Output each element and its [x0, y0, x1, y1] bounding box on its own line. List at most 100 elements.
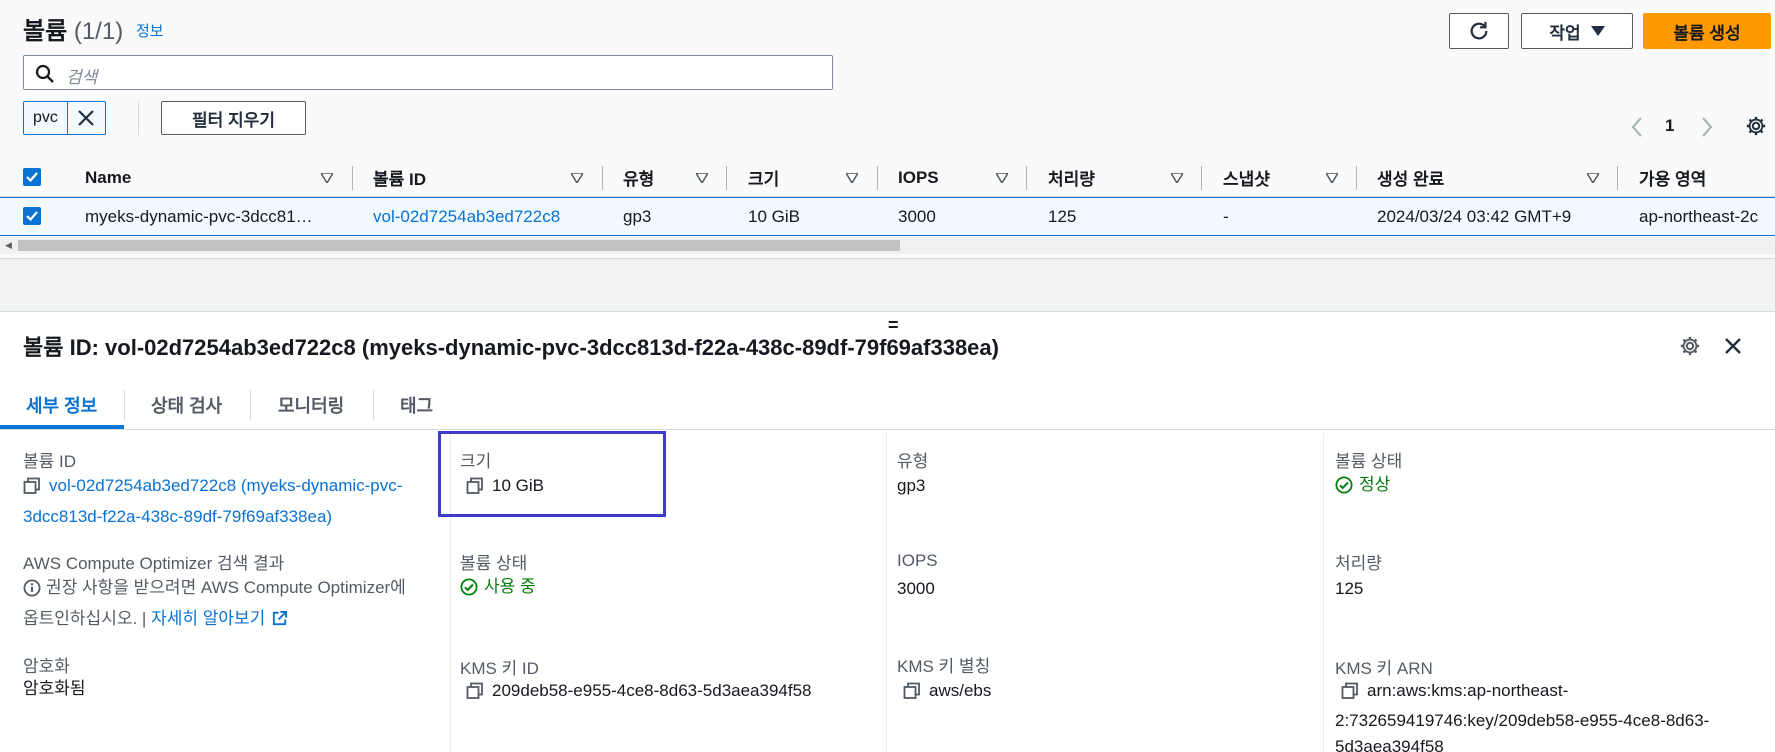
info-link[interactable]: 정보 [136, 20, 164, 41]
sort-icon[interactable] [321, 173, 333, 183]
volume-id-line1[interactable]: vol-02d7254ab3ed722c8 (myeks-dynamic-pvc… [49, 472, 402, 499]
column-header-az[interactable]: 가용 영역 [1639, 158, 1706, 197]
kms-arn-value: arn:aws:kms:ap-northeast- 2:732659419746… [1335, 678, 1709, 752]
column-divider[interactable] [602, 166, 603, 190]
external-link-icon[interactable] [271, 610, 288, 627]
column-header-created[interactable]: 생성 완료 [1377, 158, 1444, 197]
encryption-value: 암호화됨 [23, 679, 86, 698]
cell-az: ap-northeast-2c [1639, 206, 1759, 226]
info-icon [23, 579, 41, 597]
field-label: 유형 [897, 452, 929, 471]
column-divider[interactable] [1356, 166, 1357, 190]
detail-tabs: 세부 정보 상태 검사 모니터링 태그 [0, 380, 1775, 430]
field-label: 암호화 [23, 657, 70, 676]
page-title: 볼륨 (1/1) [23, 11, 123, 46]
sort-icon[interactable] [571, 173, 583, 183]
volume-state-value: 정상 [1335, 471, 1390, 502]
status-ok-icon [1335, 476, 1353, 494]
table-row[interactable]: myeks-dynamic-pvc-3dcc81… vol-02d7254ab3… [0, 197, 1775, 236]
filter-token-label: pvc [24, 102, 68, 134]
tab-divider [373, 390, 374, 420]
search-input[interactable]: 검색 [23, 55, 833, 90]
column-divider[interactable] [1617, 166, 1618, 190]
cell-size: 10 GiB [748, 206, 800, 226]
kms-key-id-text: 209deb58-e955-4ce8-8d63-5d3aea394f58 [492, 681, 812, 700]
caret-down-icon [1590, 26, 1605, 36]
cell-created: 2024/03/24 03:42 GMT+9 [1377, 206, 1572, 226]
highlight-box [438, 431, 666, 517]
sort-icon[interactable] [1171, 173, 1183, 183]
copy-icon[interactable] [466, 682, 484, 700]
column-divider[interactable] [352, 166, 353, 190]
chevron-right-icon[interactable] [1700, 116, 1714, 138]
type-value: gp3 [897, 476, 926, 495]
cell-type: gp3 [623, 206, 652, 226]
select-all-checkbox[interactable] [23, 168, 41, 186]
sort-icon[interactable] [996, 173, 1008, 183]
optimizer-line1: 권장 사항을 받으려면 AWS Compute Optimizer에 [46, 578, 406, 597]
row-checkbox[interactable] [23, 207, 41, 225]
field-label: KMS 키 ARN [1335, 659, 1433, 678]
kms-arn-line1: arn:aws:kms:ap-northeast- [1367, 681, 1569, 700]
current-page[interactable]: 1 [1665, 116, 1674, 136]
kms-alias-text: aws/ebs [929, 681, 992, 700]
tab-status-checks[interactable]: 상태 검사 [151, 380, 222, 430]
field-label: KMS 키 ID [460, 659, 539, 678]
cell-volume-id-link[interactable]: vol-02d7254ab3ed722c8 [373, 198, 560, 235]
volume-id-value[interactable]: vol-02d7254ab3ed722c8 (myeks-dynamic-pvc… [23, 472, 402, 530]
create-volume-button[interactable]: 볼륨 생성 [1643, 13, 1771, 49]
copy-icon[interactable] [23, 477, 41, 495]
settings-icon[interactable] [1745, 115, 1767, 137]
column-divider[interactable] [877, 166, 878, 190]
tab-tags[interactable]: 태그 [400, 380, 433, 430]
actions-label: 작업 [1549, 23, 1581, 43]
clear-filters-button[interactable]: 필터 지우기 [161, 101, 306, 135]
volume-status-value: 사용 중 [460, 573, 536, 604]
sort-icon[interactable] [1326, 173, 1338, 183]
column-header-snapshot[interactable]: 스냅샷 [1223, 158, 1270, 197]
column-divider[interactable] [1026, 166, 1027, 190]
divider [138, 101, 139, 135]
chevron-left-icon[interactable] [1630, 116, 1644, 138]
actions-dropdown[interactable]: 작업 [1521, 13, 1633, 49]
sort-icon[interactable] [696, 173, 708, 183]
refresh-icon [1468, 20, 1490, 42]
column-header-name[interactable]: Name [85, 158, 131, 197]
tab-details[interactable]: 세부 정보 [26, 380, 97, 430]
sort-icon[interactable] [846, 173, 858, 183]
volume-status-text: 사용 중 [484, 577, 536, 596]
sort-icon[interactable] [1587, 173, 1599, 183]
column-divider[interactable] [1201, 166, 1202, 190]
status-ok-icon [460, 578, 478, 596]
learn-more-text[interactable]: 자세히 알아보기 [151, 605, 265, 632]
volume-id-line2[interactable]: 3dcc813d-f22a-438c-89df-79f69af338ea) [23, 507, 332, 526]
tab-monitoring[interactable]: 모니터링 [278, 380, 344, 430]
copy-icon[interactable] [903, 682, 921, 700]
kms-key-id-value: 209deb58-e955-4ce8-8d63-5d3aea394f58 [466, 677, 812, 708]
remove-filter-button[interactable] [68, 102, 105, 134]
learn-more-link[interactable]: 자세히 알아보기 [151, 605, 288, 632]
column-header-iops[interactable]: IOPS [898, 158, 939, 197]
field-label: 볼륨 ID [23, 452, 77, 471]
tab-divider [124, 390, 125, 420]
scroll-left-icon[interactable]: ◀ [5, 240, 12, 251]
close-icon[interactable] [1724, 337, 1742, 355]
settings-icon[interactable] [1679, 335, 1701, 357]
split-panel-divider [0, 258, 1775, 312]
field-label: KMS 키 별칭 [897, 657, 991, 676]
refresh-button[interactable] [1449, 13, 1509, 49]
scrollbar-thumb[interactable] [18, 240, 900, 251]
column-header-type[interactable]: 유형 [623, 158, 654, 197]
horizontal-scrollbar[interactable]: ◀ [0, 237, 1775, 254]
column-divider [886, 433, 887, 752]
optimizer-value: 권장 사항을 받으려면 AWS Compute Optimizer에 옵트인하십… [23, 574, 406, 632]
column-header-size[interactable]: 크기 [748, 158, 779, 197]
column-header-volume-id[interactable]: 볼륨 ID [373, 158, 426, 197]
search-icon [35, 64, 55, 84]
column-divider[interactable] [726, 166, 727, 190]
copy-icon[interactable] [1341, 682, 1359, 700]
cell-iops: 3000 [898, 206, 936, 226]
iops-value: 3000 [897, 579, 935, 598]
kms-arn-line2: 2:732659419746:key/209deb58-e955-4ce8-8d… [1335, 711, 1710, 730]
column-header-throughput[interactable]: 처리량 [1048, 158, 1095, 197]
